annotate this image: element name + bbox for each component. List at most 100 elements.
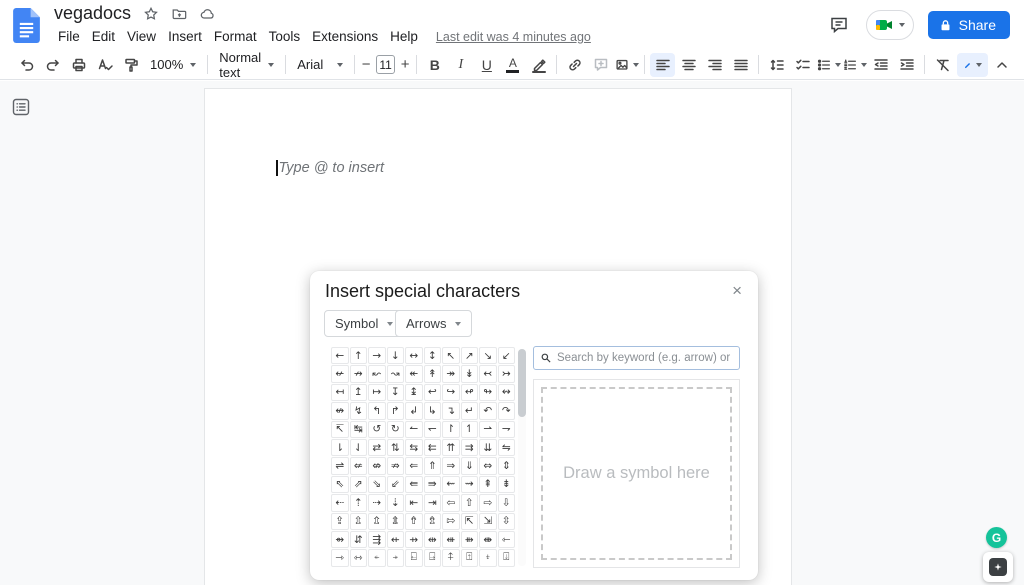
highlight-color-button[interactable] <box>526 53 551 77</box>
menu-extensions[interactable]: Extensions <box>306 27 384 46</box>
underline-button[interactable]: U <box>474 53 499 77</box>
char-cell[interactable]: ⇔ <box>479 457 497 475</box>
char-cell[interactable]: ⇙ <box>386 475 404 494</box>
align-right-button[interactable] <box>702 53 727 77</box>
draw-symbol-area[interactable]: Draw a symbol here <box>541 387 732 560</box>
char-cell[interactable]: ↕ <box>423 347 441 365</box>
char-cell[interactable]: ⇕ <box>497 457 515 475</box>
star-icon[interactable] <box>143 6 159 22</box>
char-cell[interactable]: ↷ <box>497 402 515 420</box>
char-cell[interactable]: ⇁ <box>497 420 515 438</box>
symbol-search-input[interactable] <box>557 352 733 364</box>
char-cell[interactable]: ⇺ <box>442 530 460 549</box>
char-cell[interactable]: ↮ <box>331 402 349 420</box>
char-cell[interactable]: ↴ <box>442 402 460 420</box>
char-cell[interactable]: ↰ <box>368 402 386 420</box>
char-cell[interactable]: ⍇ <box>405 549 423 567</box>
char-cell[interactable]: ↸ <box>331 420 349 438</box>
char-cell[interactable]: ⇻ <box>460 530 478 549</box>
char-cell[interactable]: ⇈ <box>442 438 460 457</box>
char-cell[interactable]: ⇫ <box>349 512 367 530</box>
scrollbar-thumb[interactable] <box>518 349 526 417</box>
char-cell[interactable]: ↣ <box>497 365 515 383</box>
char-cell[interactable]: ↫ <box>460 383 478 402</box>
char-cell[interactable]: ⇂ <box>331 438 349 457</box>
char-cell[interactable]: ↞ <box>405 365 423 383</box>
open-comment-history-button[interactable] <box>826 12 852 38</box>
char-cell[interactable]: ↿ <box>460 420 478 438</box>
char-cell[interactable]: ⇴ <box>331 530 349 549</box>
char-cell[interactable]: ⇖ <box>331 475 349 494</box>
char-cell[interactable]: ↖ <box>442 347 460 365</box>
decrease-font-size-button[interactable]: − <box>360 56 372 73</box>
char-cell[interactable]: ⇪ <box>331 512 349 530</box>
char-cell[interactable]: ↑ <box>349 347 367 365</box>
char-cell[interactable]: ⇲ <box>479 512 497 530</box>
char-cell[interactable]: ⇊ <box>479 438 497 457</box>
char-cell[interactable]: ⇉ <box>460 438 478 457</box>
char-cell[interactable]: ⇀ <box>479 420 497 438</box>
char-cell[interactable]: ⇬ <box>368 512 386 530</box>
char-cell[interactable]: ⇶ <box>368 530 386 549</box>
align-left-button[interactable] <box>650 52 676 77</box>
spellcheck-button[interactable] <box>92 53 117 77</box>
char-cell[interactable]: ⍅ <box>368 549 386 567</box>
insert-image-button[interactable] <box>614 53 640 77</box>
char-cell[interactable]: ⇷ <box>386 530 404 549</box>
char-cell[interactable]: ↪ <box>442 383 460 402</box>
last-edit-link[interactable]: Last edit was 4 minutes ago <box>436 30 591 44</box>
char-cell[interactable]: ↾ <box>442 420 460 438</box>
char-cell[interactable]: ↤ <box>331 383 349 402</box>
char-cell[interactable]: ⇚ <box>405 475 423 494</box>
italic-button[interactable]: I <box>448 53 473 77</box>
char-cell[interactable]: ⇍ <box>349 457 367 475</box>
char-cell[interactable]: ⇩ <box>497 494 515 512</box>
hide-menus-button[interactable] <box>989 53 1014 77</box>
char-cell[interactable]: ⇅ <box>386 438 404 457</box>
paragraph-style-select[interactable]: Normal text <box>213 50 280 80</box>
menu-insert[interactable]: Insert <box>162 27 208 46</box>
char-cell[interactable]: ↧ <box>386 383 404 402</box>
char-cell[interactable]: ⇨ <box>479 494 497 512</box>
menu-format[interactable]: Format <box>208 27 263 46</box>
char-cell[interactable]: ⇄ <box>368 438 386 457</box>
char-grid-scrollbar[interactable] <box>518 349 526 566</box>
increase-indent-button[interactable] <box>894 53 919 77</box>
char-cell[interactable]: ↙ <box>497 347 515 365</box>
increase-font-size-button[interactable]: + <box>399 56 411 73</box>
char-cell[interactable]: ⇹ <box>423 530 441 549</box>
checklist-button[interactable] <box>790 53 815 77</box>
justify-button[interactable] <box>728 53 753 77</box>
char-cell[interactable]: ↹ <box>349 420 367 438</box>
char-cell[interactable]: ↢ <box>479 365 497 383</box>
char-cell[interactable]: ↚ <box>331 365 349 383</box>
share-button[interactable]: Share <box>927 11 1010 39</box>
char-cell[interactable]: ⇮ <box>405 512 423 530</box>
char-cell[interactable]: ⇛ <box>423 475 441 494</box>
char-cell[interactable]: ⇵ <box>349 530 367 549</box>
add-comment-button[interactable] <box>588 53 613 77</box>
char-cell[interactable]: ↦ <box>368 383 386 402</box>
char-cell[interactable]: ↨ <box>405 383 423 402</box>
char-cell[interactable]: ⇦ <box>442 494 460 512</box>
char-cell[interactable]: ↻ <box>386 420 404 438</box>
char-cell[interactable]: ↳ <box>423 402 441 420</box>
char-cell[interactable]: ⇓ <box>460 457 478 475</box>
char-cell[interactable]: ⇿ <box>349 549 367 567</box>
char-cell[interactable]: ⇘ <box>368 475 386 494</box>
align-center-button[interactable] <box>676 53 701 77</box>
menu-file[interactable]: File <box>52 27 86 46</box>
redo-button[interactable] <box>40 53 65 77</box>
insert-link-button[interactable] <box>562 53 587 77</box>
char-cell[interactable]: ⇜ <box>442 475 460 494</box>
font-family-select[interactable]: Arial <box>291 53 349 77</box>
zoom-select[interactable]: 100% <box>144 53 202 77</box>
char-cell[interactable]: ⇌ <box>331 457 349 475</box>
char-cell[interactable]: ⇣ <box>386 494 404 512</box>
char-cell[interactable]: ⇗ <box>349 475 367 494</box>
char-cell[interactable]: ⇭ <box>386 512 404 530</box>
show-outline-button[interactable] <box>11 97 33 119</box>
char-cell[interactable]: ⍗ <box>497 549 515 567</box>
char-cell[interactable]: ↘ <box>479 347 497 365</box>
bulleted-list-button[interactable] <box>816 53 842 77</box>
